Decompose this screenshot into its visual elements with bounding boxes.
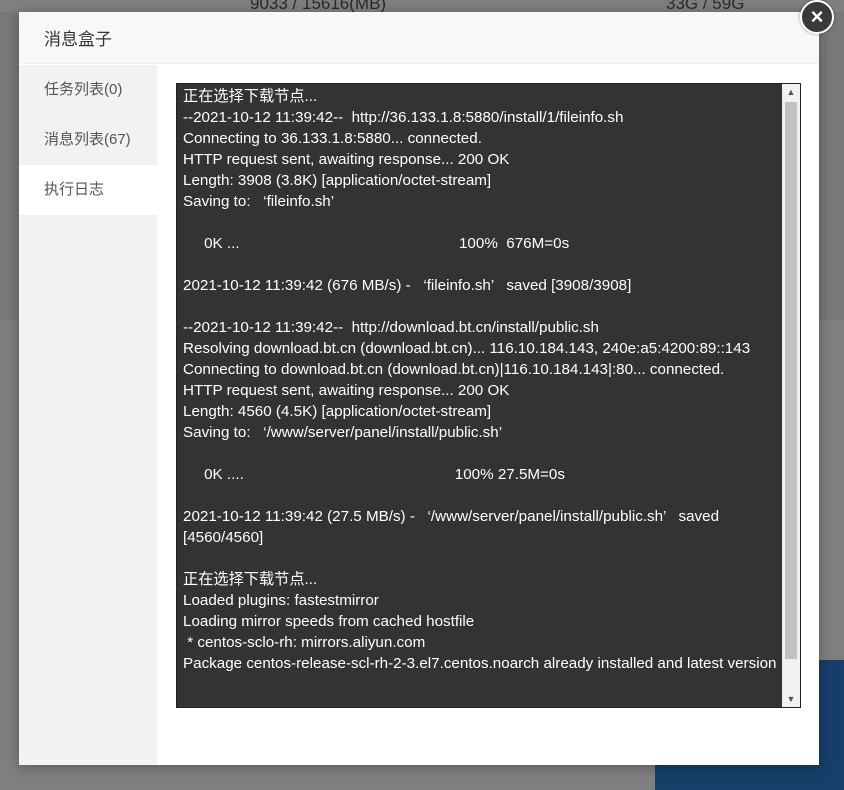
log-line: 正在选择下载节点... bbox=[183, 88, 318, 105]
log-line: HTTP request sent, awaiting response... … bbox=[183, 382, 510, 399]
scroll-thumb[interactable] bbox=[785, 102, 797, 659]
log-line: Length: 3908 (3.8K) [application/octet-s… bbox=[183, 172, 492, 189]
scroll-up-icon[interactable]: ▲ bbox=[782, 84, 800, 100]
log-line: Connecting to download.bt.cn (download.b… bbox=[183, 361, 725, 378]
log-line: Saving to: ‘/www/server/panel/install/pu… bbox=[183, 424, 503, 441]
log-line: 正在选择下载节点... bbox=[183, 571, 318, 588]
close-icon[interactable]: × bbox=[800, 0, 834, 34]
log-line: HTTP request sent, awaiting response... … bbox=[183, 151, 510, 168]
sidebar-item-task-list[interactable]: 任务列表(0) bbox=[19, 65, 157, 115]
log-scrollbar[interactable]: ▲ ▼ bbox=[782, 84, 800, 707]
log-line: --2021-10-12 11:39:42-- http://36.133.1.… bbox=[183, 109, 624, 126]
log-line: Connecting to 36.133.1.8:5880... connect… bbox=[183, 130, 482, 147]
log-output: 正在选择下载节点... --2021-10-12 11:39:42-- http:… bbox=[177, 84, 800, 676]
log-line: Loading mirror speeds from cached hostfi… bbox=[183, 613, 475, 630]
sidebar-item-execution-log[interactable]: 执行日志 bbox=[19, 165, 157, 215]
log-line: Length: 4560 (4.5K) [application/octet-s… bbox=[183, 403, 492, 420]
log-line: --2021-10-12 11:39:42-- http://download.… bbox=[183, 319, 599, 336]
dialog-header: 消息盒子 bbox=[19, 12, 819, 64]
log-line: Saving to: ‘fileinfo.sh’ bbox=[183, 193, 335, 210]
log-line: 0K .... 100% 27.5M=0s bbox=[183, 466, 565, 483]
dialog-title: 消息盒子 bbox=[44, 30, 112, 49]
log-line: Package centos-release-scl-rh-2-3.el7.ce… bbox=[183, 655, 777, 672]
log-line: Loaded plugins: fastestmirror bbox=[183, 592, 379, 609]
sidebar-item-message-list[interactable]: 消息列表(67) bbox=[19, 115, 157, 165]
log-line: 2021-10-12 11:39:42 (27.5 MB/s) - ‘/www/… bbox=[183, 508, 724, 546]
message-box-dialog: 消息盒子 × 任务列表(0) 消息列表(67) 执行日志 正在选择下载节点...… bbox=[19, 0, 834, 765]
execution-log-console[interactable]: 正在选择下载节点... --2021-10-12 11:39:42-- http:… bbox=[176, 83, 801, 708]
scroll-down-icon[interactable]: ▼ bbox=[782, 691, 800, 707]
log-line: Resolving download.bt.cn (download.bt.cn… bbox=[183, 340, 751, 357]
log-line: 0K ... 100% 676M=0s bbox=[183, 235, 570, 252]
log-line: 2021-10-12 11:39:42 (676 MB/s) - ‘filein… bbox=[183, 277, 632, 294]
log-line: * centos-sclo-rh: mirrors.aliyun.com bbox=[183, 634, 426, 651]
dialog-sidebar: 任务列表(0) 消息列表(67) 执行日志 bbox=[19, 65, 157, 765]
